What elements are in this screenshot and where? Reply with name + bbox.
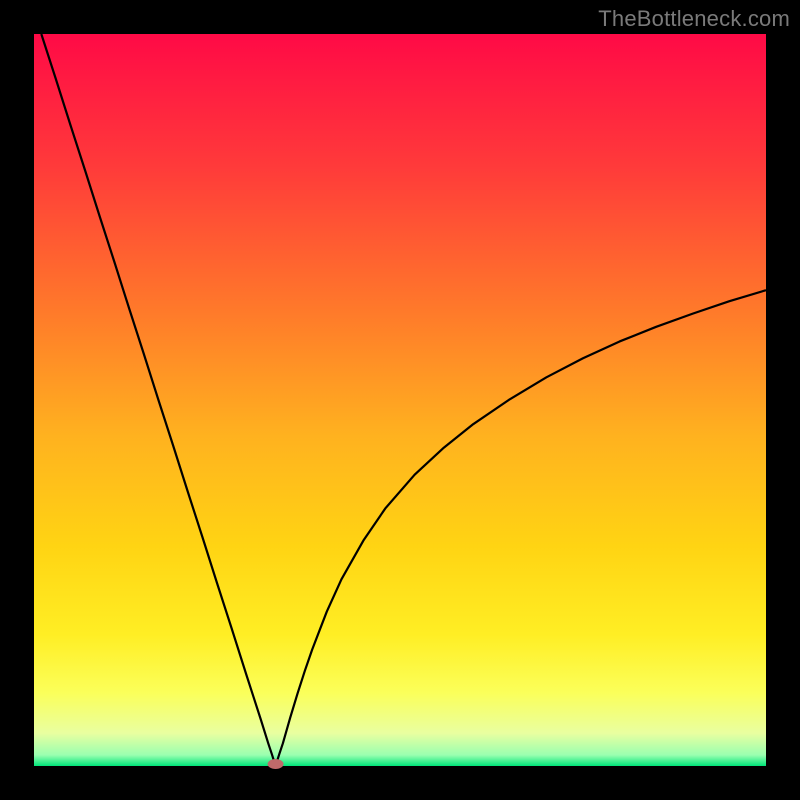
- plot-area: [34, 34, 766, 766]
- bottleneck-curve: [41, 34, 766, 766]
- chart-frame: TheBottleneck.com: [0, 0, 800, 800]
- watermark-text: TheBottleneck.com: [598, 6, 790, 32]
- bottleneck-marker: [268, 759, 284, 769]
- bottleneck-curve-svg: [34, 34, 766, 766]
